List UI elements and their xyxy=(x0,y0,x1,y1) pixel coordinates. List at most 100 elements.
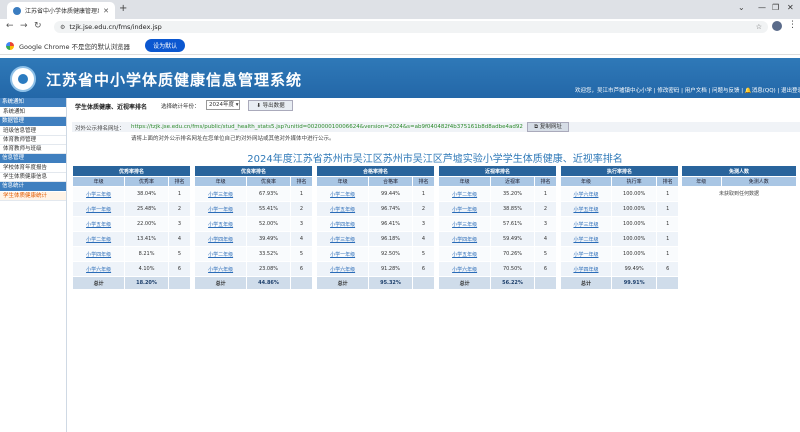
rate-cell: 33.52% xyxy=(246,246,291,263)
sidebar-section-stats[interactable]: 信息统计 xyxy=(0,182,66,191)
table-row: 小学三年级 100.00% 1 xyxy=(560,216,679,233)
sidebar-item-notice[interactable]: 系统通知 xyxy=(0,108,66,117)
address-bar[interactable]: ⚙ tzjk.jse.edu.cn/fms/index.jsp ☆ xyxy=(54,21,768,33)
table-row: 小学二年级 99.44% 1 xyxy=(315,186,436,203)
close-tab-icon[interactable]: ✕ xyxy=(103,7,109,15)
grade-link[interactable]: 小学一年级 xyxy=(315,246,370,263)
grade-link[interactable]: 小学四年级 xyxy=(71,246,126,263)
grade-link[interactable]: 小学一年级 xyxy=(71,201,126,218)
grade-link[interactable]: 小学二年级 xyxy=(71,231,126,248)
grade-link[interactable]: 小学六年级 xyxy=(71,261,126,278)
browser-tab[interactable]: 江苏省中小学体质健康管理系... ✕ xyxy=(7,2,115,19)
grade-link[interactable]: 小学一年级 xyxy=(560,246,612,263)
grade-link[interactable]: 小学四年级 xyxy=(315,216,370,233)
sidebar-item-health-stats[interactable]: 学生体质健康统计 xyxy=(0,192,66,201)
sidebar-item-class[interactable]: 班级信息管理 xyxy=(0,127,66,136)
rank-cell: 2 xyxy=(533,201,558,218)
site-info-icon[interactable]: ⚙ xyxy=(60,24,65,31)
column-header: 优秀率 xyxy=(124,175,169,188)
grade-link[interactable]: 小学五年级 xyxy=(560,201,612,218)
grade-link[interactable]: 小学四年级 xyxy=(193,231,248,248)
sidebar-item-annual-report[interactable]: 学校体育年度报告 xyxy=(0,164,66,173)
grade-link[interactable]: 小学三年级 xyxy=(315,231,370,248)
sidebar-section-notice[interactable]: 系统通知 xyxy=(0,98,66,107)
total-rate: 18.20% xyxy=(124,276,169,291)
grade-link[interactable]: 小学五年级 xyxy=(193,216,248,233)
grade-link[interactable]: 小学二年级 xyxy=(193,246,248,263)
bookmark-star-icon[interactable]: ☆ xyxy=(756,23,762,31)
total-row: 总计 56.22% xyxy=(437,276,558,291)
ranking-table: 优良率排名 年级 优良率 排名 小学三年级 67.93% 1 小学一年级 55.41% 2 小学五年… xyxy=(193,165,314,291)
grade-link[interactable]: 小学二年级 xyxy=(315,186,370,203)
rank-cell: 4 xyxy=(289,231,314,248)
grade-link[interactable]: 小学五年级 xyxy=(315,201,370,218)
profile-avatar[interactable] xyxy=(772,21,782,31)
rank-cell: 1 xyxy=(167,186,192,203)
rank-cell: 3 xyxy=(289,216,314,233)
rate-cell: 100.00% xyxy=(610,231,658,248)
column-header: 年级 xyxy=(315,175,370,188)
ranking-table: 合格率排名 年级 合格率 排名 小学二年级 99.44% 1 小学五年级 96.74% 2 小学四年… xyxy=(315,165,436,291)
copy-url-button[interactable]: ⧉ 复制网址 xyxy=(527,122,569,132)
ranking-table: 优秀率排名 年级 优秀率 排名 小学三年级 38.04% 1 小学一年级 25.48% 2 小学五年… xyxy=(71,165,192,291)
rate-cell: 38.85% xyxy=(490,201,535,218)
table-row: 小学六年级 4.10% 6 xyxy=(71,261,192,278)
column-header: 排名 xyxy=(167,175,192,188)
empty-message: 未获取到任何数据 xyxy=(681,186,797,201)
rate-cell: 35.20% xyxy=(490,186,535,203)
table-header-row: 年级 执行率 排名 xyxy=(560,175,679,188)
grade-link[interactable]: 小学三年级 xyxy=(71,186,126,203)
export-button[interactable]: ⬇ 导出数据 xyxy=(248,100,293,111)
grade-link[interactable]: 小学三年级 xyxy=(193,186,248,203)
table-row: 小学六年级 91.28% 6 xyxy=(315,261,436,278)
grade-link[interactable]: 小学五年级 xyxy=(71,216,126,233)
copy-url-label: 复制网址 xyxy=(539,124,562,130)
table-row: 小学四年级 99.49% 6 xyxy=(560,261,679,278)
grade-link[interactable]: 小学五年级 xyxy=(437,246,492,263)
grade-link[interactable]: 小学三年级 xyxy=(437,216,492,233)
year-select[interactable]: 2024年度 ▾ xyxy=(206,100,240,110)
table-header-row: 年级 优良率 排名 xyxy=(193,175,314,188)
rate-cell: 96.74% xyxy=(368,201,413,218)
table-caption-row: 合格率排名 xyxy=(316,165,435,177)
table-row: 小学三年级 38.04% 1 xyxy=(71,186,192,203)
browser-menu-icon[interactable]: ⋮ xyxy=(788,20,797,30)
rank-cell: 1 xyxy=(656,216,679,233)
close-window-icon[interactable]: ✕ xyxy=(787,3,794,12)
minimize-icon[interactable]: — xyxy=(758,3,766,12)
grade-link[interactable]: 小学三年级 xyxy=(560,216,612,233)
grade-link[interactable]: 小学六年级 xyxy=(560,186,612,203)
rank-cell: 1 xyxy=(533,186,558,203)
grade-link[interactable]: 小学二年级 xyxy=(560,231,612,248)
grade-link[interactable]: 小学一年级 xyxy=(193,201,248,218)
back-icon[interactable]: ← xyxy=(6,19,14,34)
new-tab-icon[interactable]: + xyxy=(119,3,127,14)
tab-search-icon[interactable]: ⌄ xyxy=(738,3,745,12)
reload-icon[interactable]: ↻ xyxy=(34,19,42,34)
rate-cell: 70.26% xyxy=(490,246,535,263)
column-header: 排名 xyxy=(411,175,436,188)
table-row: 小学一年级 38.85% 2 xyxy=(437,201,558,218)
rank-cell: 1 xyxy=(411,186,436,203)
grade-link[interactable]: 小学六年级 xyxy=(193,261,248,278)
sidebar-item-student-health[interactable]: 学生体质健康信息 xyxy=(0,173,66,182)
tab-strip: 江苏省中小学体质健康管理系... ✕ + ⌄ — ❐ ✕ xyxy=(0,0,800,19)
grade-link[interactable]: 小学四年级 xyxy=(437,231,492,248)
grade-link[interactable]: 小学四年级 xyxy=(560,261,612,278)
grade-link[interactable]: 小学一年级 xyxy=(437,201,492,218)
total-label: 总计 xyxy=(71,276,126,291)
set-default-button[interactable]: 设为默认 xyxy=(145,39,186,52)
sidebar-section-data[interactable]: 数据管理 xyxy=(0,117,66,126)
forward-icon[interactable]: → xyxy=(20,19,28,34)
grade-link[interactable]: 小学六年级 xyxy=(315,261,370,278)
sidebar-item-teacher[interactable]: 体育教师管理 xyxy=(0,136,66,145)
exempt-table: 免测人数 年级 免测人数 未获取到任何数据 xyxy=(681,165,798,201)
maximize-icon[interactable]: ❐ xyxy=(772,3,779,12)
user-toolbar[interactable]: 欢迎您，吴江市芦墟镇中心小学 | 修改密码 | 用户文档 | 问题与反馈 | 🔔… xyxy=(575,86,800,94)
grade-link[interactable]: 小学六年级 xyxy=(437,261,492,278)
app-title: 江苏省中小学体质健康信息管理系统 xyxy=(46,71,303,89)
total-row: 总计 95.32% xyxy=(315,276,436,291)
rate-cell: 8.21% xyxy=(124,246,169,263)
grade-link[interactable]: 小学二年级 xyxy=(437,186,492,203)
column-header: 排名 xyxy=(533,175,558,188)
